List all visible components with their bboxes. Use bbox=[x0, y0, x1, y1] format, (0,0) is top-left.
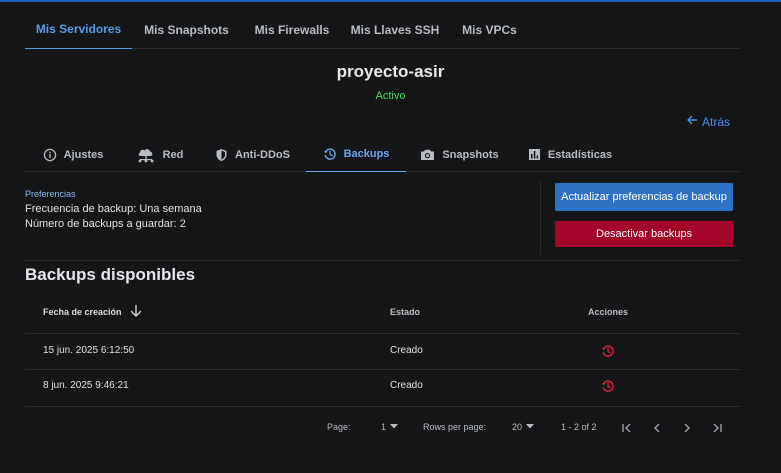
rows-per-page-value: 20 bbox=[512, 422, 523, 432]
disable-backups-button[interactable]: Desactivar backups bbox=[555, 221, 733, 247]
last-page-icon[interactable] bbox=[711, 421, 723, 439]
section-divider bbox=[25, 260, 740, 261]
cloud-network-icon bbox=[136, 147, 156, 163]
tab-anti-ddos-label: Anti-DDoS bbox=[235, 148, 290, 161]
backup-state: Creado bbox=[390, 345, 423, 356]
tab-estadisticas-label: Estadísticas bbox=[547, 148, 613, 161]
tab-mis-vpcs[interactable]: Mis VPCs bbox=[457, 10, 522, 49]
previous-page-icon[interactable] bbox=[651, 421, 663, 439]
table-row: 8 jun. 2025 9:46:21 Creado bbox=[25, 370, 740, 405]
pagination-range: 1 - 2 of 2 bbox=[561, 422, 597, 432]
page-select[interactable]: 1 bbox=[381, 422, 399, 432]
column-header-fecha[interactable]: Fecha de creación bbox=[43, 307, 122, 317]
rows-per-page-label: Rows per page: bbox=[423, 422, 487, 432]
arrow-down-sort-icon[interactable] bbox=[129, 304, 143, 323]
history-icon bbox=[323, 147, 337, 161]
tab-backups-label: Backups bbox=[343, 148, 390, 160]
top-nav: Mis Servidores Mis Snapshots Mis Firewal… bbox=[25, 10, 740, 49]
first-page-icon[interactable] bbox=[621, 421, 633, 439]
arrow-left-icon bbox=[686, 114, 698, 129]
update-backup-preferences-button[interactable]: Actualizar preferencias de backup bbox=[555, 183, 733, 211]
page-label: Page: bbox=[327, 422, 351, 432]
tab-snapshots[interactable]: Snapshots bbox=[417, 137, 502, 172]
tab-ajustes[interactable]: Ajustes bbox=[33, 137, 113, 172]
caret-down-icon bbox=[390, 422, 399, 432]
table-row: 15 jun. 2025 6:12:50 Creado bbox=[25, 334, 740, 369]
back-link[interactable]: Atrás bbox=[686, 114, 730, 129]
backup-date: 15 jun. 2025 6:12:50 bbox=[43, 345, 135, 356]
tab-snapshots-label: Snapshots bbox=[442, 148, 499, 161]
next-page-icon[interactable] bbox=[681, 421, 693, 439]
camera-icon bbox=[420, 148, 435, 161]
backup-frequency: Frecuencia de backup: Una semana bbox=[25, 203, 202, 215]
backup-date: 8 jun. 2025 9:46:21 bbox=[43, 380, 129, 391]
backup-count: Número de backups a guardar: 2 bbox=[25, 218, 186, 230]
tab-estadisticas[interactable]: Estadísticas bbox=[520, 137, 620, 172]
bar-chart-icon bbox=[528, 148, 541, 161]
rows-per-page-select[interactable]: 20 bbox=[512, 422, 535, 432]
server-name: proyecto-asir bbox=[336, 62, 445, 81]
tab-mis-snapshots[interactable]: Mis Snapshots bbox=[139, 10, 234, 49]
column-header-acciones: Acciones bbox=[588, 307, 629, 317]
tab-backups[interactable]: Backups bbox=[306, 137, 406, 172]
column-header-estado: Estado bbox=[390, 307, 421, 317]
tab-mis-servidores[interactable]: Mis Servidores bbox=[25, 10, 132, 49]
page-select-value: 1 bbox=[381, 422, 387, 432]
tab-red[interactable]: Red bbox=[127, 137, 192, 172]
info-icon bbox=[43, 148, 57, 162]
tab-red-label: Red bbox=[162, 148, 184, 161]
shield-icon bbox=[215, 148, 228, 162]
restore-icon[interactable] bbox=[601, 344, 615, 363]
back-label: Atrás bbox=[702, 114, 731, 129]
server-sub-nav: Ajustes Red Anti-DDoS Backups Snapshots … bbox=[25, 137, 740, 172]
restore-icon[interactable] bbox=[601, 379, 615, 398]
tab-ajustes-label: Ajustes bbox=[63, 148, 104, 161]
preferences-label: Preferencias bbox=[25, 189, 76, 199]
tab-anti-ddos[interactable]: Anti-DDoS bbox=[210, 137, 295, 172]
caret-down-icon bbox=[526, 422, 535, 432]
preferences-divider bbox=[540, 182, 541, 255]
backups-section-title: Backups disponibles bbox=[25, 265, 196, 284]
server-status: Activo bbox=[375, 90, 406, 102]
tab-mis-llaves-ssh[interactable]: Mis Llaves SSH bbox=[345, 10, 445, 49]
table-row-divider bbox=[25, 406, 740, 407]
backup-state: Creado bbox=[390, 380, 423, 391]
tab-mis-firewalls[interactable]: Mis Firewalls bbox=[247, 10, 337, 49]
